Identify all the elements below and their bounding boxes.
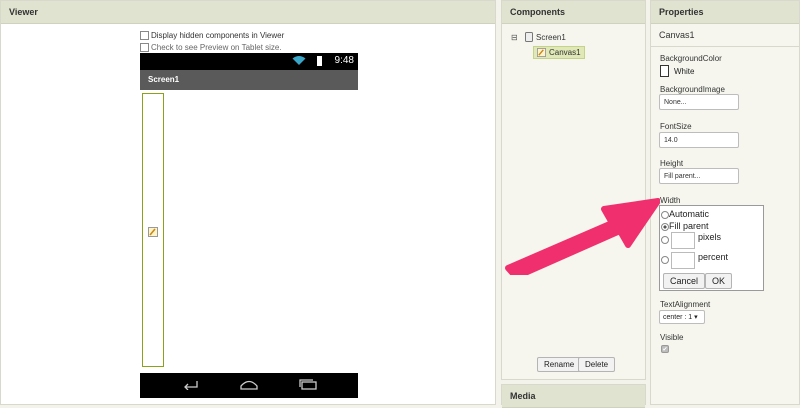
background-color-swatch[interactable] bbox=[660, 65, 669, 77]
viewer-title: Viewer bbox=[1, 1, 495, 24]
canvas-component[interactable] bbox=[142, 93, 164, 367]
tree-item-screen1[interactable]: Screen1 bbox=[525, 32, 566, 42]
height-input[interactable]: Fill parent... bbox=[659, 168, 739, 184]
width-automatic-label: Automatic bbox=[669, 209, 710, 219]
width-popup: Automatic Fill parent pixels percent Can… bbox=[659, 205, 764, 291]
media-panel: Media bbox=[501, 384, 646, 408]
font-size-input[interactable]: 14.0 bbox=[659, 132, 739, 148]
phone-status-bar: 9:48 bbox=[140, 53, 358, 70]
screen-icon bbox=[525, 32, 533, 42]
width-pixels-radio[interactable] bbox=[661, 236, 669, 244]
width-automatic-radio[interactable] bbox=[661, 211, 669, 219]
width-fill-parent-radio[interactable] bbox=[661, 223, 669, 231]
tablet-preview-label: Check to see Preview on Tablet size. bbox=[151, 43, 282, 52]
screen-area[interactable] bbox=[140, 90, 358, 373]
canvas-icon bbox=[148, 227, 158, 240]
home-icon bbox=[240, 380, 258, 390]
width-pixels-input[interactable] bbox=[671, 232, 695, 249]
back-icon bbox=[184, 381, 198, 390]
components-title: Components bbox=[502, 1, 645, 24]
width-pixels-label: pixels bbox=[698, 232, 722, 242]
properties-title: Properties bbox=[651, 1, 799, 24]
width-label: Width bbox=[660, 196, 681, 205]
viewer-panel: Viewer Display hidden components in View… bbox=[0, 0, 496, 405]
visible-checkbox[interactable]: ✔ bbox=[661, 345, 669, 353]
font-size-label: FontSize bbox=[660, 122, 692, 131]
width-percent-label: percent bbox=[698, 252, 729, 262]
battery-icon bbox=[317, 56, 322, 66]
selected-component-name: Canvas1 bbox=[651, 24, 799, 47]
text-alignment-select[interactable]: center : 1 ▾ bbox=[659, 310, 705, 324]
text-alignment-label: TextAlignment bbox=[660, 300, 711, 309]
status-time: 9:48 bbox=[334, 55, 354, 66]
background-color-label: BackgroundColor bbox=[660, 54, 722, 63]
tree-collapse-icon[interactable]: ⊟ bbox=[511, 33, 518, 42]
tree-item-label: Screen1 bbox=[536, 32, 566, 42]
width-percent-input[interactable] bbox=[671, 252, 695, 269]
tree-item-label: Canvas1 bbox=[549, 48, 581, 57]
width-cancel-button[interactable]: Cancel bbox=[663, 273, 706, 289]
background-image-input[interactable]: None... bbox=[659, 94, 739, 110]
rename-button[interactable]: Rename bbox=[537, 357, 582, 372]
visible-label: Visible bbox=[660, 333, 684, 342]
background-image-label: BackgroundImage bbox=[660, 85, 725, 94]
screen-title-bar: Screen1 bbox=[140, 70, 358, 90]
background-color-value[interactable]: White bbox=[674, 67, 694, 76]
phone-preview: 9:48 Screen1 bbox=[140, 53, 358, 398]
recents-icon bbox=[299, 379, 317, 390]
width-ok-button[interactable]: OK bbox=[705, 273, 733, 289]
hidden-components-checkbox[interactable] bbox=[140, 31, 149, 40]
properties-panel: Properties Canvas1 BackgroundColor White… bbox=[650, 0, 800, 405]
width-fill-parent-label: Fill parent bbox=[669, 221, 709, 231]
hidden-components-label: Display hidden components in Viewer bbox=[151, 31, 285, 40]
canvas-icon bbox=[537, 48, 546, 57]
phone-nav-bar bbox=[140, 373, 358, 398]
hidden-components-option[interactable]: Display hidden components in Viewer bbox=[140, 31, 284, 40]
wifi-icon bbox=[292, 56, 306, 65]
tablet-preview-checkbox[interactable] bbox=[140, 43, 149, 52]
width-percent-radio[interactable] bbox=[661, 256, 669, 264]
height-label: Height bbox=[660, 159, 684, 168]
tablet-preview-option[interactable]: Check to see Preview on Tablet size. bbox=[140, 43, 282, 52]
delete-button[interactable]: Delete bbox=[578, 357, 616, 372]
annotation-arrow-icon bbox=[505, 198, 660, 275]
tree-item-canvas1[interactable]: Canvas1 bbox=[533, 46, 585, 59]
